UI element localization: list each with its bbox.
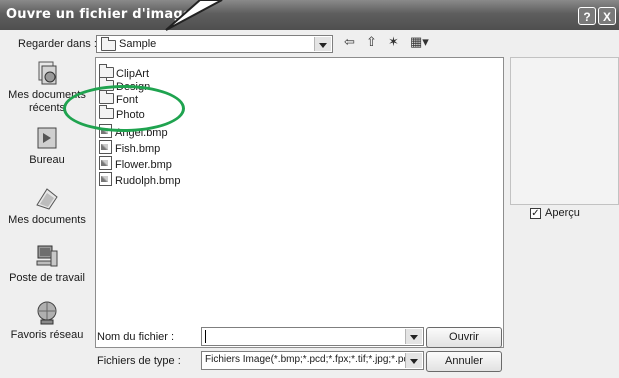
open-button[interactable]: Ouvrir: [426, 327, 502, 348]
text-caret: [205, 330, 206, 343]
views-menu-icon[interactable]: ▦▾: [410, 34, 429, 50]
recent-documents-icon: [34, 60, 60, 86]
new-folder-icon[interactable]: ✶: [388, 34, 399, 50]
my-computer-icon: [34, 243, 60, 269]
filetype-value: Fichiers Image(*.bmp;*.pcd;*.fpx;*.tif;*…: [205, 354, 417, 365]
my-documents-icon: [34, 185, 60, 211]
preview-pane: [510, 57, 619, 205]
network-places-icon: [34, 300, 60, 326]
back-icon[interactable]: ⇦: [344, 34, 355, 50]
bitmap-file-icon: [99, 156, 112, 170]
place-my-computer[interactable]: Poste de travail: [0, 243, 94, 285]
filename-label: Nom du fichier :: [97, 331, 175, 343]
places-bar: Mes documents récents Bureau Mes documen…: [0, 30, 94, 348]
highlight-circle: [63, 85, 185, 132]
file-name: ClipArt: [116, 68, 150, 80]
folder-icon: [101, 37, 118, 53]
filetype-label: Fichiers de type :: [97, 355, 181, 367]
preview-label: Aperçu: [545, 207, 580, 219]
chevron-down-icon[interactable]: [405, 353, 422, 368]
lookin-value: Sample: [119, 38, 157, 50]
place-network[interactable]: Favoris réseau: [0, 300, 94, 342]
filename-input[interactable]: [201, 327, 424, 346]
dialog-body: Regarder dans : Sample ⇦ ⇧ ✶ ▦▾ Mes docu…: [0, 30, 619, 378]
file-name: Rudolph.bmp: [115, 175, 181, 187]
desktop-icon: [34, 125, 60, 151]
preview-checkbox[interactable]: ✓: [530, 208, 541, 219]
bitmap-file-icon: [99, 172, 112, 186]
list-item[interactable]: Rudolph.bmp: [99, 172, 180, 187]
place-my-documents[interactable]: Mes documents: [0, 185, 94, 227]
file-name: Flower.bmp: [115, 159, 172, 171]
filetype-select[interactable]: Fichiers Image(*.bmp;*.pcd;*.fpx;*.tif;*…: [201, 351, 424, 370]
cancel-button[interactable]: Annuler: [426, 351, 502, 372]
place-label: Bureau: [29, 154, 65, 166]
bitmap-file-icon: [99, 140, 112, 154]
list-item[interactable]: Flower.bmp: [99, 156, 172, 171]
place-label: Poste de travail: [9, 272, 85, 284]
place-desktop[interactable]: Bureau: [0, 125, 94, 167]
lookin-combo[interactable]: Sample: [96, 35, 333, 53]
up-folder-icon[interactable]: ⇧: [366, 34, 377, 50]
callout-pointer: [165, 0, 223, 31]
place-label: Mes documents: [8, 214, 86, 226]
place-label: Favoris réseau: [10, 329, 84, 341]
chevron-down-icon[interactable]: [405, 329, 422, 344]
open-image-dialog: Ouvre un fichier d'image ? X Regarder da…: [0, 0, 619, 378]
file-name: Fish.bmp: [115, 143, 161, 155]
chevron-down-icon[interactable]: [314, 37, 331, 51]
list-item[interactable]: Fish.bmp: [99, 140, 160, 155]
